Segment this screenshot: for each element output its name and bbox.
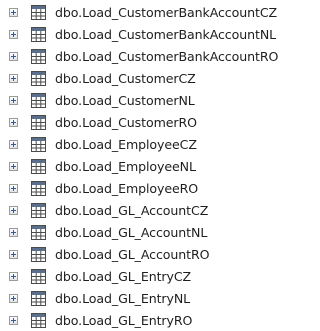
table-icon bbox=[31, 269, 46, 284]
tree-node-table[interactable]: dbo.Load_GL_EntryRO bbox=[0, 310, 293, 331]
expand-icon[interactable] bbox=[9, 206, 18, 215]
tree-node-label[interactable]: dbo.Load_GL_AccountCZ bbox=[55, 200, 208, 221]
tree-node-label[interactable]: dbo.Load_GL_EntryRO bbox=[55, 310, 192, 331]
expand-icon[interactable] bbox=[9, 316, 18, 325]
tree-node-label[interactable]: dbo.Load_CustomerNL bbox=[55, 90, 195, 111]
tree-node-label[interactable]: dbo.Load_CustomerBankAccountNL bbox=[55, 24, 276, 45]
table-icon bbox=[31, 181, 46, 196]
expand-icon[interactable] bbox=[9, 294, 18, 303]
tree-node-label[interactable]: dbo.Load_GL_AccountNL bbox=[55, 222, 207, 243]
tree-node-label[interactable]: dbo.Load_GL_AccountRO bbox=[55, 244, 210, 265]
tree-node-table[interactable]: dbo.Load_GL_AccountNL bbox=[0, 222, 293, 243]
expand-icon[interactable] bbox=[9, 162, 18, 171]
expand-icon[interactable] bbox=[9, 118, 18, 127]
tree-node-table[interactable]: dbo.Load_EmployeeRO bbox=[0, 178, 293, 199]
tree-node-table[interactable]: dbo.Load_CustomerCZ bbox=[0, 68, 293, 89]
tree-node-label[interactable]: dbo.Load_GL_EntryCZ bbox=[55, 266, 191, 287]
tree-node-label[interactable]: dbo.Load_CustomerRO bbox=[55, 112, 197, 133]
table-icon bbox=[31, 291, 46, 306]
expand-icon[interactable] bbox=[9, 96, 18, 105]
expand-icon[interactable] bbox=[9, 272, 18, 281]
table-icon bbox=[31, 71, 46, 86]
tree-node-label[interactable]: dbo.Load_EmployeeCZ bbox=[55, 134, 197, 155]
expand-icon[interactable] bbox=[9, 52, 18, 61]
table-icon bbox=[31, 137, 46, 152]
tree-node-table[interactable]: dbo.Load_GL_EntryNL bbox=[0, 288, 293, 309]
tree-node-table[interactable]: dbo.Load_CustomerNL bbox=[0, 90, 293, 111]
tree-node-label[interactable]: dbo.Load_CustomerCZ bbox=[55, 68, 196, 89]
expand-icon[interactable] bbox=[9, 250, 18, 259]
table-icon bbox=[31, 225, 46, 240]
table-icon bbox=[31, 313, 46, 328]
table-icon bbox=[31, 49, 46, 64]
tree-node-table[interactable]: dbo.Load_GL_EntryCZ bbox=[0, 266, 293, 287]
table-icon bbox=[31, 5, 46, 20]
table-icon bbox=[31, 247, 46, 262]
tree-node-label[interactable]: dbo.Load_EmployeeRO bbox=[55, 178, 198, 199]
table-icon bbox=[31, 27, 46, 42]
tree-node-table[interactable]: dbo.Load_EmployeeCZ bbox=[0, 134, 293, 155]
expand-icon[interactable] bbox=[9, 140, 18, 149]
table-icon bbox=[31, 93, 46, 108]
tree-node-table[interactable]: dbo.Load_CustomerBankAccountNL bbox=[0, 24, 293, 45]
expand-icon[interactable] bbox=[9, 184, 18, 193]
expand-icon[interactable] bbox=[9, 228, 18, 237]
table-icon bbox=[31, 203, 46, 218]
object-explorer-tree: dbo.Load_CustomerBankAccountCZ dbo.Load_… bbox=[0, 0, 293, 331]
expand-icon[interactable] bbox=[9, 74, 18, 83]
tree-node-table[interactable]: dbo.Load_CustomerBankAccountRO bbox=[0, 46, 293, 67]
tree-node-label[interactable]: dbo.Load_GL_EntryNL bbox=[55, 288, 190, 309]
tree-node-table[interactable]: dbo.Load_EmployeeNL bbox=[0, 156, 293, 177]
expand-icon[interactable] bbox=[9, 30, 18, 39]
table-icon bbox=[31, 115, 46, 130]
expand-icon[interactable] bbox=[9, 8, 18, 17]
table-icon bbox=[31, 159, 46, 174]
tree-node-label[interactable]: dbo.Load_CustomerBankAccountCZ bbox=[55, 2, 277, 23]
tree-node-label[interactable]: dbo.Load_EmployeeNL bbox=[55, 156, 196, 177]
tree-node-table[interactable]: dbo.Load_GL_AccountCZ bbox=[0, 200, 293, 221]
tree-node-table[interactable]: dbo.Load_GL_AccountRO bbox=[0, 244, 293, 265]
tree-node-table[interactable]: dbo.Load_CustomerBankAccountCZ bbox=[0, 2, 293, 23]
tree-node-label[interactable]: dbo.Load_CustomerBankAccountRO bbox=[55, 46, 278, 67]
tree-node-table[interactable]: dbo.Load_CustomerRO bbox=[0, 112, 293, 133]
